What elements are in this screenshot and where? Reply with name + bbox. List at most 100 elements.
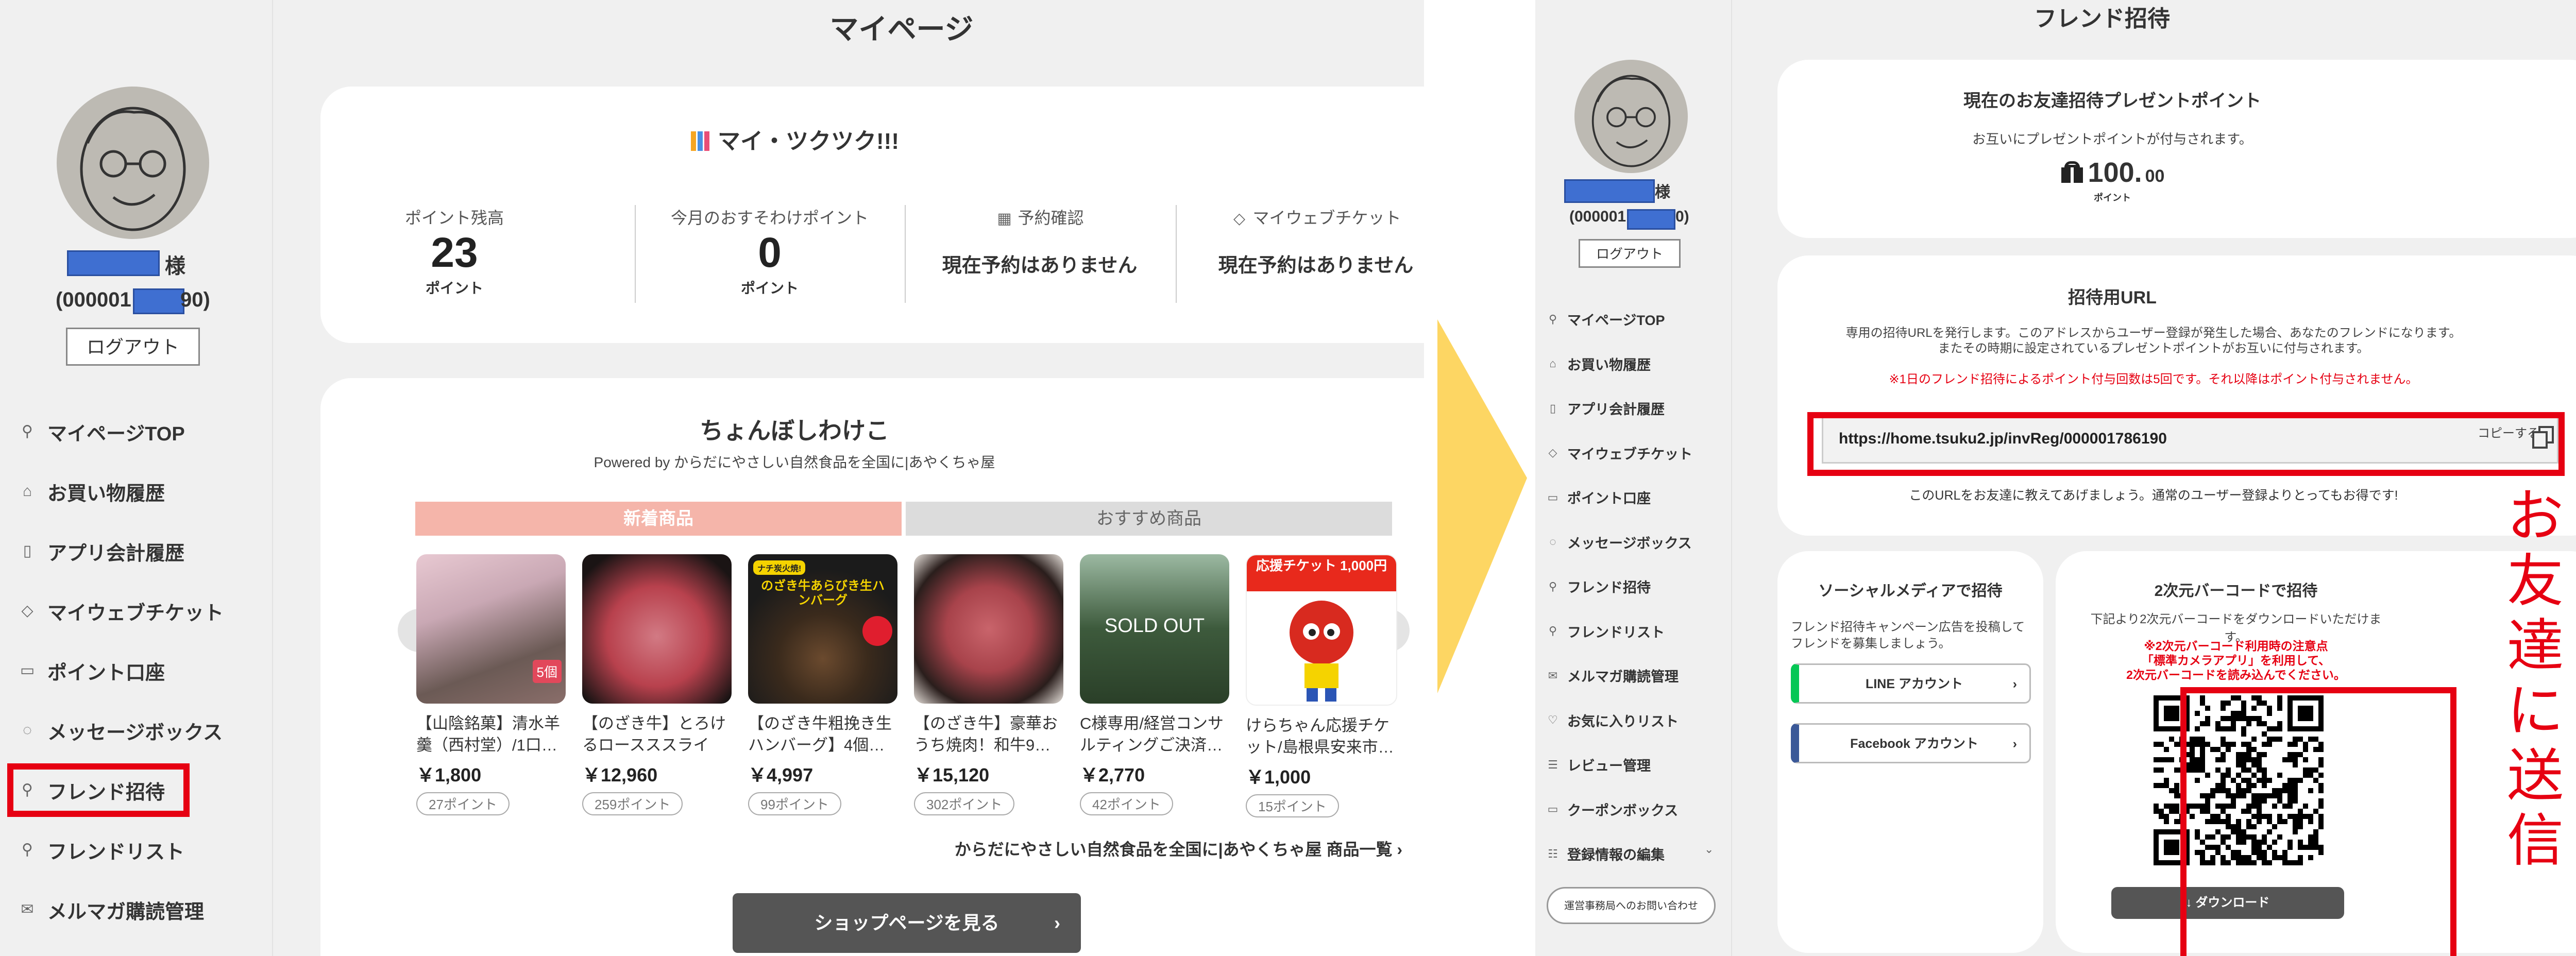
product-price: ￥1,000	[1246, 766, 1311, 788]
sidebar-item-label: メッセージボックス	[47, 722, 223, 744]
annotation-char: 達	[2507, 614, 2564, 678]
send-to-friend-annotation: お友達に送信	[2502, 484, 2569, 874]
highlight-invite-url	[1807, 412, 2565, 476]
contact-button[interactable]: 運営事務局へのお問い合わせ	[1547, 887, 1716, 924]
sidebar-item-label: 登録情報の編集	[1567, 847, 1665, 863]
sidebar: 様 (000001 0) ログアウト ⚲ マイページTOP ⌂ お買い物履歴 ▯ アプリ会…	[1535, 0, 1732, 956]
social-invite-card: ソーシャルメディアで招待 フレンド招待キャンペーン広告を投稿してフレンドを募集し…	[1777, 551, 2043, 953]
logout-button[interactable]: ログアウト	[66, 328, 200, 366]
arrow-right-icon	[1437, 319, 1527, 693]
tsuku-logo-icon	[690, 131, 710, 155]
sidebar-item[interactable]: ⚲ フレンドリスト	[1547, 621, 1665, 641]
person-icon: ⚲	[1548, 579, 1557, 593]
product-name: C様専用/経営コンサルティングご決済…	[1080, 714, 1224, 754]
user-id-prefix: (000001	[1569, 208, 1626, 225]
people-icon: ⚲	[1548, 624, 1557, 637]
invite-url-title: 招待用URL	[2068, 288, 2157, 308]
tag-icon: ◇	[1548, 446, 1557, 459]
stat-unit: ポイント	[425, 280, 483, 296]
stat-value: 現在予約はありません	[942, 255, 1138, 277]
user-id-suffix: 90)	[180, 288, 210, 311]
sidebar-item-label: メルマガ購読管理	[1567, 669, 1679, 685]
avatar-drawing-icon	[1591, 75, 1671, 167]
sidebar-item[interactable]: ⚲ マイページTOP	[1547, 309, 1665, 329]
sidebar-item[interactable]: ▯ アプリ会計履歴	[1547, 398, 1665, 418]
sidebar-item[interactable]: ☰ レビュー管理	[1547, 755, 1651, 775]
sidebar-item[interactable]: ⌂ お買い物履歴	[1547, 354, 1651, 374]
product-card[interactable]: 5個 【山陰銘菓】清水羊羹（西村堂）/1口… ￥1,800 27ポイント	[416, 554, 566, 815]
product-card[interactable]: 応援チケット 1,000円 けらちゃん応援チケット/島根県安来市… ￥1,000…	[1246, 554, 1397, 817]
chat-icon: ◌	[1549, 535, 1556, 548]
product-points-badge: 15ポイント	[1246, 794, 1339, 817]
avatar[interactable]	[57, 87, 209, 239]
product-price: ￥1,800	[416, 764, 482, 786]
gift-icon	[2060, 160, 2084, 184]
tag-icon: ◇	[1233, 210, 1246, 227]
invite-url-desc-line2: またその時期に設定されているプレゼントポイントがお互いに付与されます。	[1938, 342, 2369, 355]
product-card[interactable]: 【のざき牛】とろけるロースススライス… ￥12,960 259ポイント	[582, 554, 732, 815]
stat-web-ticket[interactable]: ◇ マイウェブチケット 現在予約はありません	[1177, 205, 1424, 278]
sidebar-item-label: フレンド招待	[1567, 580, 1651, 595]
sidebar-item[interactable]: ⚲ マイページTOP	[19, 416, 185, 447]
stat-label: マイウェブチケット	[1252, 209, 1401, 227]
product-name: けらちゃん応援チケット/島根県安来市…	[1246, 716, 1394, 756]
sidebar-item[interactable]: ▭ クーポンボックス	[1547, 799, 1679, 820]
sidebar-item[interactable]: ◇ マイウェブチケット	[19, 595, 224, 626]
product-price: ￥2,770	[1080, 764, 1145, 786]
app-title: マイ・ツクツク!!!	[537, 123, 1052, 156]
sidebar-item[interactable]: ⚲ フレンドリスト	[19, 834, 184, 865]
sidebar-item-label: フレンドリスト	[47, 841, 185, 863]
product-card[interactable]: 【のざき牛】豪華おうち焼肉！和牛9… ￥15,120 302ポイント	[914, 554, 1063, 815]
sidebar-item[interactable]: ⚲ フレンド招待	[1547, 576, 1651, 596]
sidebar-item[interactable]: ▭ ポイント口座	[1547, 487, 1651, 507]
page-title: マイページ	[829, 13, 974, 45]
sidebar-item[interactable]: ◇ マイウェブチケット	[1547, 443, 1692, 463]
sold-out-label: SOLD OUT	[1104, 615, 1205, 637]
facebook-account-label: Facebook アカウント	[1850, 737, 1978, 751]
sidebar-item[interactable]: ▯ アプリ会計履歴	[19, 536, 184, 567]
sidebar-item-label: メッセージボックス	[1567, 535, 1692, 551]
avatar[interactable]	[1574, 60, 1688, 173]
logout-button[interactable]: ログアウト	[1579, 239, 1681, 268]
mail-icon: ✉	[1548, 669, 1558, 682]
sidebar-item[interactable]: ✉ メルマガ購読管理	[1547, 665, 1679, 686]
stat-label: 今月のおすそわけポイント	[670, 209, 869, 227]
sidebar-item[interactable]: ♡ お気に入りリスト	[1547, 710, 1679, 730]
stat-unit: ポイント	[740, 280, 799, 296]
annotation-char: に	[2507, 679, 2564, 743]
sidebar-item[interactable]: ◌ メッセージボックス	[1547, 532, 1692, 552]
mascot-icon	[1290, 601, 1353, 702]
annotation-char: 信	[2507, 809, 2564, 873]
sidebar-item[interactable]: ▭ ポイント口座	[19, 655, 165, 686]
shop-page-button[interactable]: ショップページを見る ›	[733, 893, 1081, 953]
list-icon: ☰	[1548, 758, 1558, 771]
present-title: 現在のお友達招待プレゼントポイント	[1963, 91, 2261, 111]
product-image-ticket: 応援チケット 1,000円	[1246, 554, 1397, 706]
present-value: 100. 00	[1963, 157, 2262, 189]
product-card[interactable]: SOLD OUT C様専用/経営コンサルティングご決済… ￥2,770 42ポイ…	[1080, 554, 1229, 815]
product-image-hamburg: ナチ炭火焼! のざき牛あらびき生ハンバーグ	[748, 554, 897, 704]
line-account-button[interactable]: LINE アカウント ›	[1791, 663, 2031, 704]
social-title: ソーシャルメディアで招待	[1818, 583, 2003, 600]
shopping-bag-icon: ⌂	[1549, 357, 1556, 370]
sidebar-item-label: メルマガ購読管理	[47, 901, 205, 923]
chevron-right-icon: ›	[1054, 912, 1060, 933]
sidebar-item-label: マイウェブチケット	[1567, 446, 1692, 462]
product-price: ￥12,960	[582, 764, 658, 786]
product-card[interactable]: ナチ炭火焼! のざき牛あらびき生ハンバーグ 【のざき牛粗挽き生ハンバーグ】4個……	[748, 554, 897, 815]
stat-reservation[interactable]: ▦ 予約確認 現在予約はありません	[906, 205, 1174, 278]
product-list-link[interactable]: からだにやさしい自然食品を全国に|あやくちゃ屋 商品一覧 ›	[955, 836, 1402, 860]
sidebar-item[interactable]: ✉ メルマガ購読管理	[19, 894, 204, 925]
chevron-down-icon[interactable]: ⌄	[1704, 843, 1714, 856]
tab-new-products[interactable]: 新着商品	[415, 502, 902, 536]
tab-recommended[interactable]: おすすめ商品	[906, 502, 1392, 536]
redacted-id	[133, 288, 184, 314]
annotation-char: お	[2507, 485, 2564, 548]
avatar-drawing-icon	[80, 107, 186, 231]
sidebar-item[interactable]: ⌂ お買い物履歴	[19, 476, 165, 507]
people-icon: ⚲	[22, 841, 33, 858]
stat-share-points: 今月のおすそわけポイント 0 ポイント	[636, 205, 904, 298]
facebook-account-button[interactable]: Facebook アカウント ›	[1791, 723, 2031, 763]
sidebar-item[interactable]: ◌ メッセージボックス	[19, 715, 223, 746]
sidebar-item[interactable]: ☷ 登録情報の編集	[1547, 844, 1665, 864]
